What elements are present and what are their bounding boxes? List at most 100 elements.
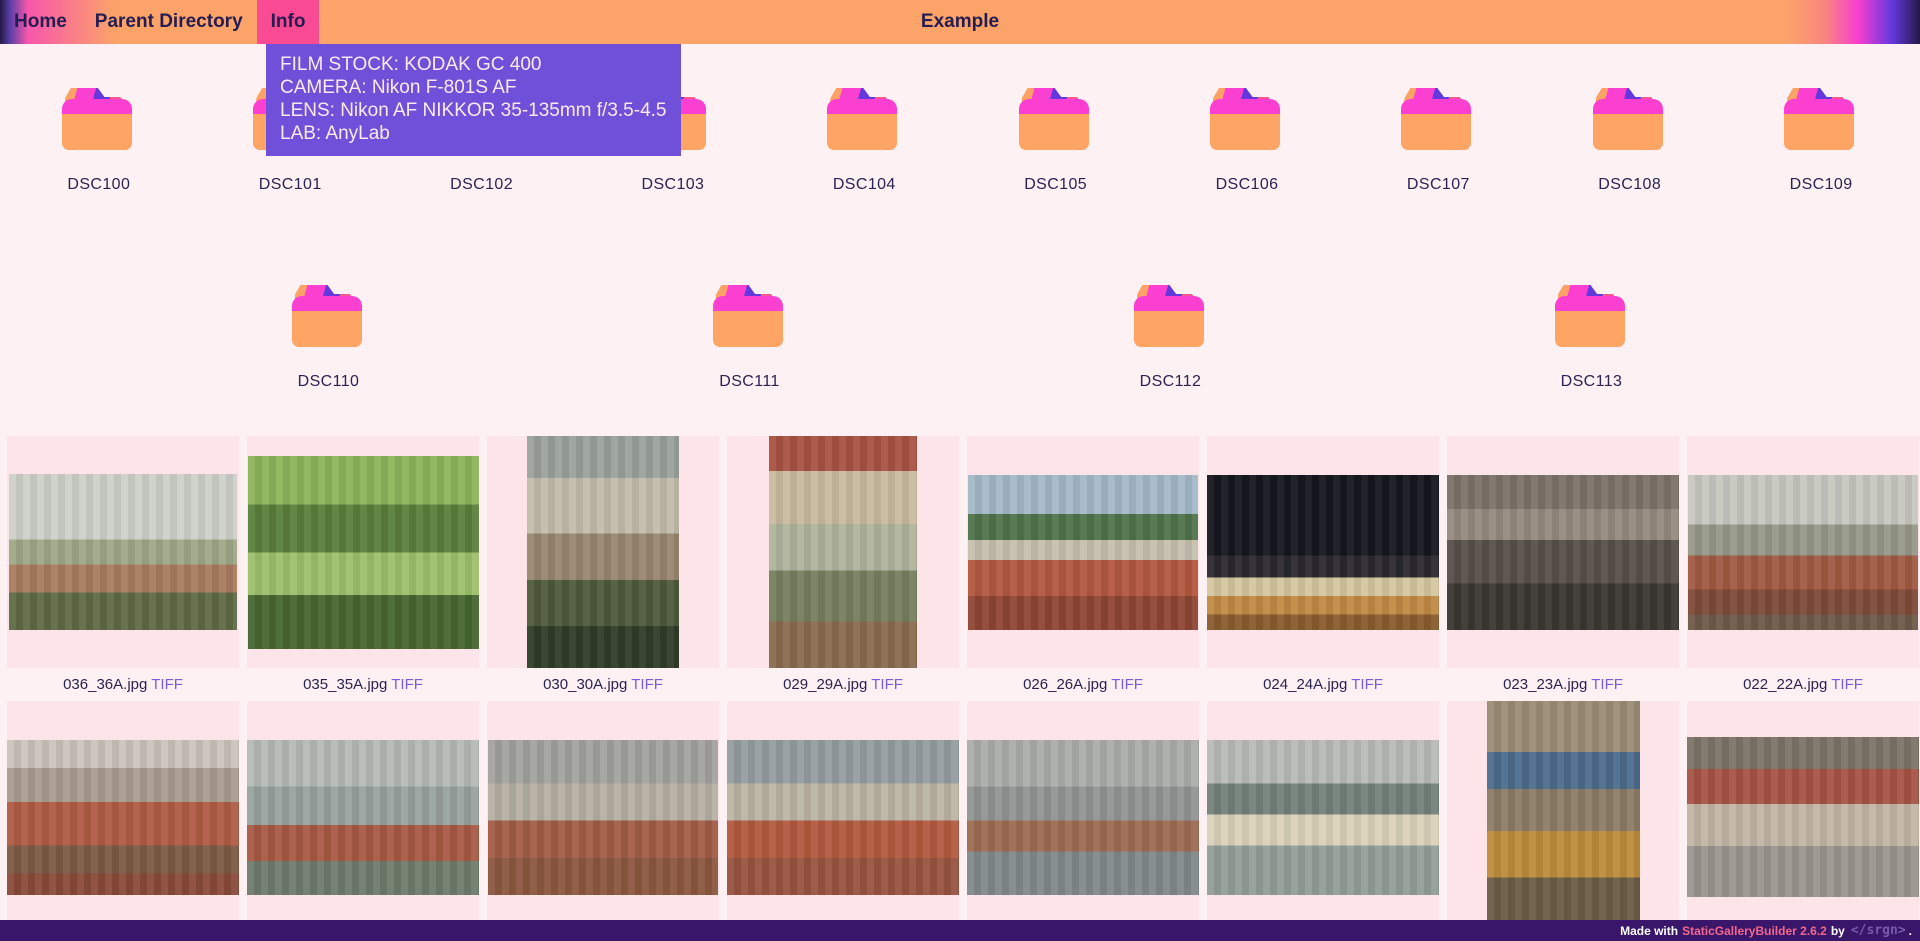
folder-label: DSC111 (719, 373, 780, 391)
folder-item-dsc104[interactable]: DSC104 (772, 88, 957, 194)
photo-thumbnail[interactable] (7, 740, 239, 895)
gallery-cell (1207, 436, 1439, 668)
folder-icon (1555, 285, 1629, 347)
tiff-link[interactable]: TIFF (1351, 676, 1383, 693)
photo-thumbnail[interactable] (1687, 737, 1919, 897)
info-popup-line: CAMERA: Nikon F-801S AF (280, 76, 667, 99)
folder-label: DSC113 (1561, 373, 1623, 391)
gallery-cell (1687, 701, 1919, 933)
nav-item-info[interactable]: Info (257, 0, 320, 44)
folder-icon (1019, 88, 1093, 150)
gallery-cell (487, 701, 719, 933)
tiff-link[interactable]: TIFF (871, 676, 903, 693)
tiff-link[interactable]: TIFF (1831, 676, 1863, 693)
gallery-item: 023_23A.jpg TIFF (1447, 436, 1679, 693)
gallery-item (247, 701, 479, 933)
folder-item-dsc109[interactable]: DSC109 (1729, 88, 1914, 194)
photo-filename: 036_36A.jpg (63, 676, 151, 693)
folder-item-dsc107[interactable]: DSC107 (1346, 88, 1531, 194)
photo-label: 030_30A.jpg TIFF (487, 676, 719, 693)
gallery-item (1447, 701, 1679, 933)
gallery-cell (1447, 436, 1679, 668)
photo-label: 035_35A.jpg TIFF (247, 676, 479, 693)
tiff-link[interactable]: TIFF (151, 676, 183, 693)
photo-thumbnail[interactable] (769, 436, 917, 668)
info-popup-line: FILM STOCK: KODAK GC 400 (280, 53, 667, 76)
footer-by: by (1831, 924, 1845, 938)
folder-icon (1593, 88, 1667, 150)
folder-label: DSC110 (298, 373, 360, 391)
photo-thumbnail[interactable] (1688, 475, 1918, 630)
folder-item-dsc110[interactable]: DSC110 (236, 285, 421, 391)
folder-label: DSC108 (1598, 176, 1661, 194)
photo-label: 022_22A.jpg TIFF (1687, 676, 1919, 693)
photo-filename: 035_35A.jpg (303, 676, 391, 693)
gallery-item (487, 701, 719, 933)
folder-label: DSC106 (1216, 176, 1279, 194)
folder-label: DSC104 (833, 176, 896, 194)
folder-icon (1784, 88, 1858, 150)
gallery-item (1207, 701, 1439, 933)
gallery-item: 035_35A.jpg TIFF (247, 436, 479, 693)
tiff-link[interactable]: TIFF (1111, 676, 1143, 693)
photo-thumbnail[interactable] (527, 436, 679, 668)
folder-item-dsc106[interactable]: DSC106 (1155, 88, 1340, 194)
gallery-item: 030_30A.jpg TIFF (487, 436, 719, 693)
gallery-item: 036_36A.jpg TIFF (7, 436, 239, 693)
gallery-cell (967, 436, 1199, 668)
info-popup: FILM STOCK: KODAK GC 400CAMERA: Nikon F-… (266, 44, 681, 156)
gallery-item (727, 701, 959, 933)
photo-thumbnail[interactable] (247, 740, 479, 895)
photo-thumbnail[interactable] (967, 740, 1199, 895)
gallery-cell (247, 436, 479, 668)
footer-period: . (1909, 924, 1912, 938)
photo-label: 024_24A.jpg TIFF (1207, 676, 1439, 693)
nav-item-home[interactable]: Home (0, 0, 81, 44)
photo-filename: 030_30A.jpg (543, 676, 631, 693)
photo-filename: 024_24A.jpg (1263, 676, 1351, 693)
gallery-cell (1687, 436, 1919, 668)
folder-item-dsc113[interactable]: DSC113 (1499, 285, 1684, 391)
folder-item-dsc112[interactable]: DSC112 (1078, 285, 1263, 391)
tiff-link[interactable]: TIFF (631, 676, 663, 693)
gallery-cell (727, 436, 959, 668)
folder-label: DSC112 (1140, 373, 1202, 391)
photo-filename: 023_23A.jpg (1503, 676, 1591, 693)
folder-item-dsc111[interactable]: DSC111 (657, 285, 842, 391)
photo-thumbnail[interactable] (1207, 740, 1439, 895)
gallery-cell (1207, 701, 1439, 933)
photo-filename: 026_26A.jpg (1023, 676, 1111, 693)
folder-item-dsc108[interactable]: DSC108 (1537, 88, 1722, 194)
photo-thumbnail[interactable] (9, 474, 237, 630)
photo-label: 036_36A.jpg TIFF (7, 676, 239, 693)
folder-icon (292, 285, 366, 347)
folder-item-dsc105[interactable]: DSC105 (963, 88, 1148, 194)
photo-thumbnail[interactable] (1487, 701, 1640, 933)
footer-builder-link[interactable]: StaticGalleryBuilder 2.6.2 (1682, 924, 1827, 938)
folder-label: DSC105 (1024, 176, 1087, 194)
photo-filename: 029_29A.jpg (783, 676, 871, 693)
gallery-cell (727, 701, 959, 933)
folder-label: DSC100 (67, 176, 130, 194)
photo-thumbnail[interactable] (1207, 475, 1439, 630)
footer: Made with StaticGalleryBuilder 2.6.2 by … (0, 920, 1920, 941)
photo-label: 029_29A.jpg TIFF (727, 676, 959, 693)
folder-icon (62, 88, 136, 150)
folder-icon (1401, 88, 1475, 150)
photo-thumbnail[interactable] (1447, 475, 1679, 630)
photo-thumbnail[interactable] (248, 456, 479, 649)
footer-srgn-logo[interactable]: </srgn> (1851, 923, 1906, 938)
photo-thumbnail[interactable] (968, 475, 1198, 630)
folder-item-dsc100[interactable]: DSC100 (6, 88, 191, 194)
photo-thumbnail[interactable] (727, 740, 959, 895)
footer-made-with: Made with (1620, 924, 1678, 938)
tiff-link[interactable]: TIFF (1591, 676, 1623, 693)
folder-label: DSC101 (259, 176, 322, 194)
folder-label: DSC109 (1790, 176, 1853, 194)
folder-icon (827, 88, 901, 150)
photo-thumbnail[interactable] (488, 740, 718, 895)
nav-item-parent-directory[interactable]: Parent Directory (81, 0, 257, 44)
tiff-link[interactable]: TIFF (391, 676, 423, 693)
folder-label: DSC103 (641, 176, 704, 194)
gallery-item (7, 701, 239, 933)
